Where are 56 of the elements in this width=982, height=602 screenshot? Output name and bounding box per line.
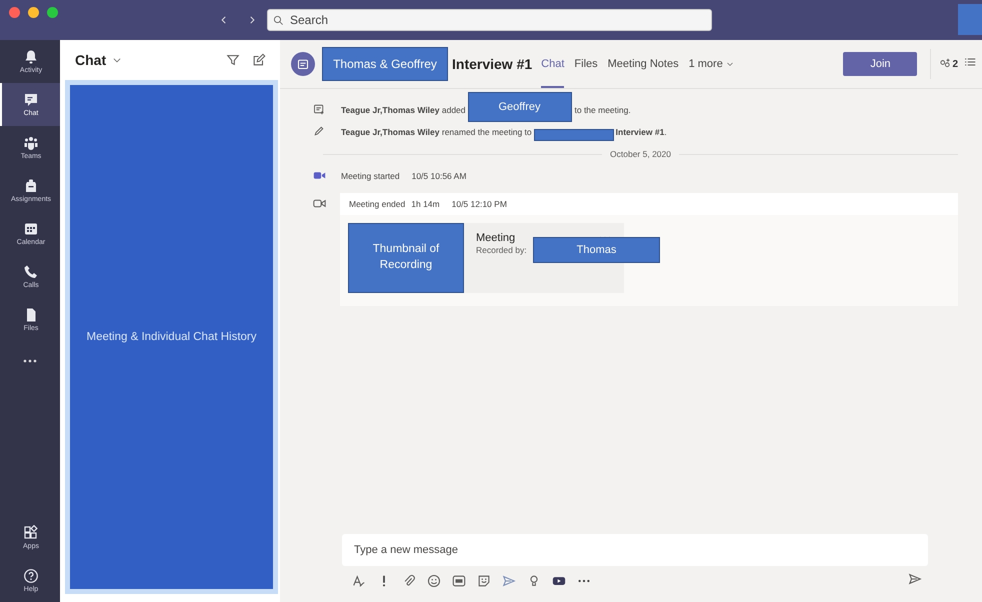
compose-icon[interactable]	[252, 53, 266, 67]
tab[interactable]: 1 more	[688, 40, 734, 88]
date-divider: October 5, 2020	[610, 149, 671, 159]
help-icon	[23, 568, 39, 584]
event-text: to the meeting.	[574, 105, 631, 115]
emoji-icon[interactable]	[427, 574, 441, 588]
tab[interactable]: Meeting Notes	[608, 40, 679, 88]
event-time: 10/5 12:10 PM	[452, 199, 507, 209]
assignments-icon	[23, 178, 39, 194]
format-icon[interactable]	[352, 574, 366, 588]
gif-icon[interactable]	[452, 574, 466, 588]
paperclip-icon[interactable]	[402, 574, 416, 588]
participants-button[interactable]: 2	[939, 58, 958, 70]
more-icon[interactable]	[577, 578, 591, 584]
sticker-icon[interactable]	[477, 574, 491, 588]
message-input[interactable]: Type a new message	[342, 534, 928, 566]
chat-history-block: Meeting & Individual Chat History	[70, 85, 273, 589]
calendar-icon	[23, 221, 39, 237]
panel-title: Chat	[75, 52, 106, 68]
recording-title: Meeting	[476, 232, 516, 244]
teams-icon	[23, 135, 39, 151]
close-window-button[interactable]	[9, 7, 20, 18]
video-icon[interactable]	[552, 574, 566, 588]
pencil-icon	[313, 125, 325, 137]
chevron-down-icon	[726, 60, 734, 68]
more-icon[interactable]	[22, 357, 38, 365]
minimize-window-button[interactable]	[28, 7, 39, 18]
calendar-add-icon	[313, 103, 325, 115]
send-icon[interactable]	[908, 572, 922, 586]
recorded-by-label: Recorded by:	[476, 245, 527, 255]
send-arrow-icon[interactable]	[502, 574, 516, 588]
search-field[interactable]: Search	[267, 9, 712, 31]
event-text: Meeting ended	[349, 199, 406, 209]
redaction-label: Thomas	[533, 237, 660, 263]
event-text: Teague Jr,Thomas Wiley added	[341, 105, 466, 115]
redaction-label: Thomas & Geoffrey	[322, 47, 448, 81]
event-time: 10/5 10:56 AM	[412, 171, 466, 181]
maximize-window-button[interactable]	[47, 7, 58, 18]
meeting-avatar	[291, 52, 315, 76]
meeting-title: Interview #1	[452, 56, 532, 72]
tab[interactable]: Files	[574, 40, 598, 88]
redaction-label: Geoffrey	[468, 92, 572, 122]
recording-thumbnail[interactable]: Thumbnail of Recording	[348, 223, 464, 293]
event-text: Meeting started	[341, 171, 400, 181]
chat-icon	[23, 92, 39, 108]
tab[interactable]: Chat	[541, 40, 564, 88]
join-button[interactable]: Join	[843, 52, 918, 76]
list-icon[interactable]	[964, 56, 976, 68]
filter-icon[interactable]	[226, 53, 240, 67]
meeting-duration: 1h 14m	[411, 199, 440, 209]
event-text: Teague Jr,Thomas Wiley renamed the meeting to	[341, 127, 532, 137]
video-camera-icon	[313, 197, 326, 210]
event-text: Interview #1.	[616, 127, 667, 137]
activity-icon	[23, 49, 39, 65]
apps-icon	[23, 525, 39, 541]
calls-icon	[23, 264, 39, 280]
